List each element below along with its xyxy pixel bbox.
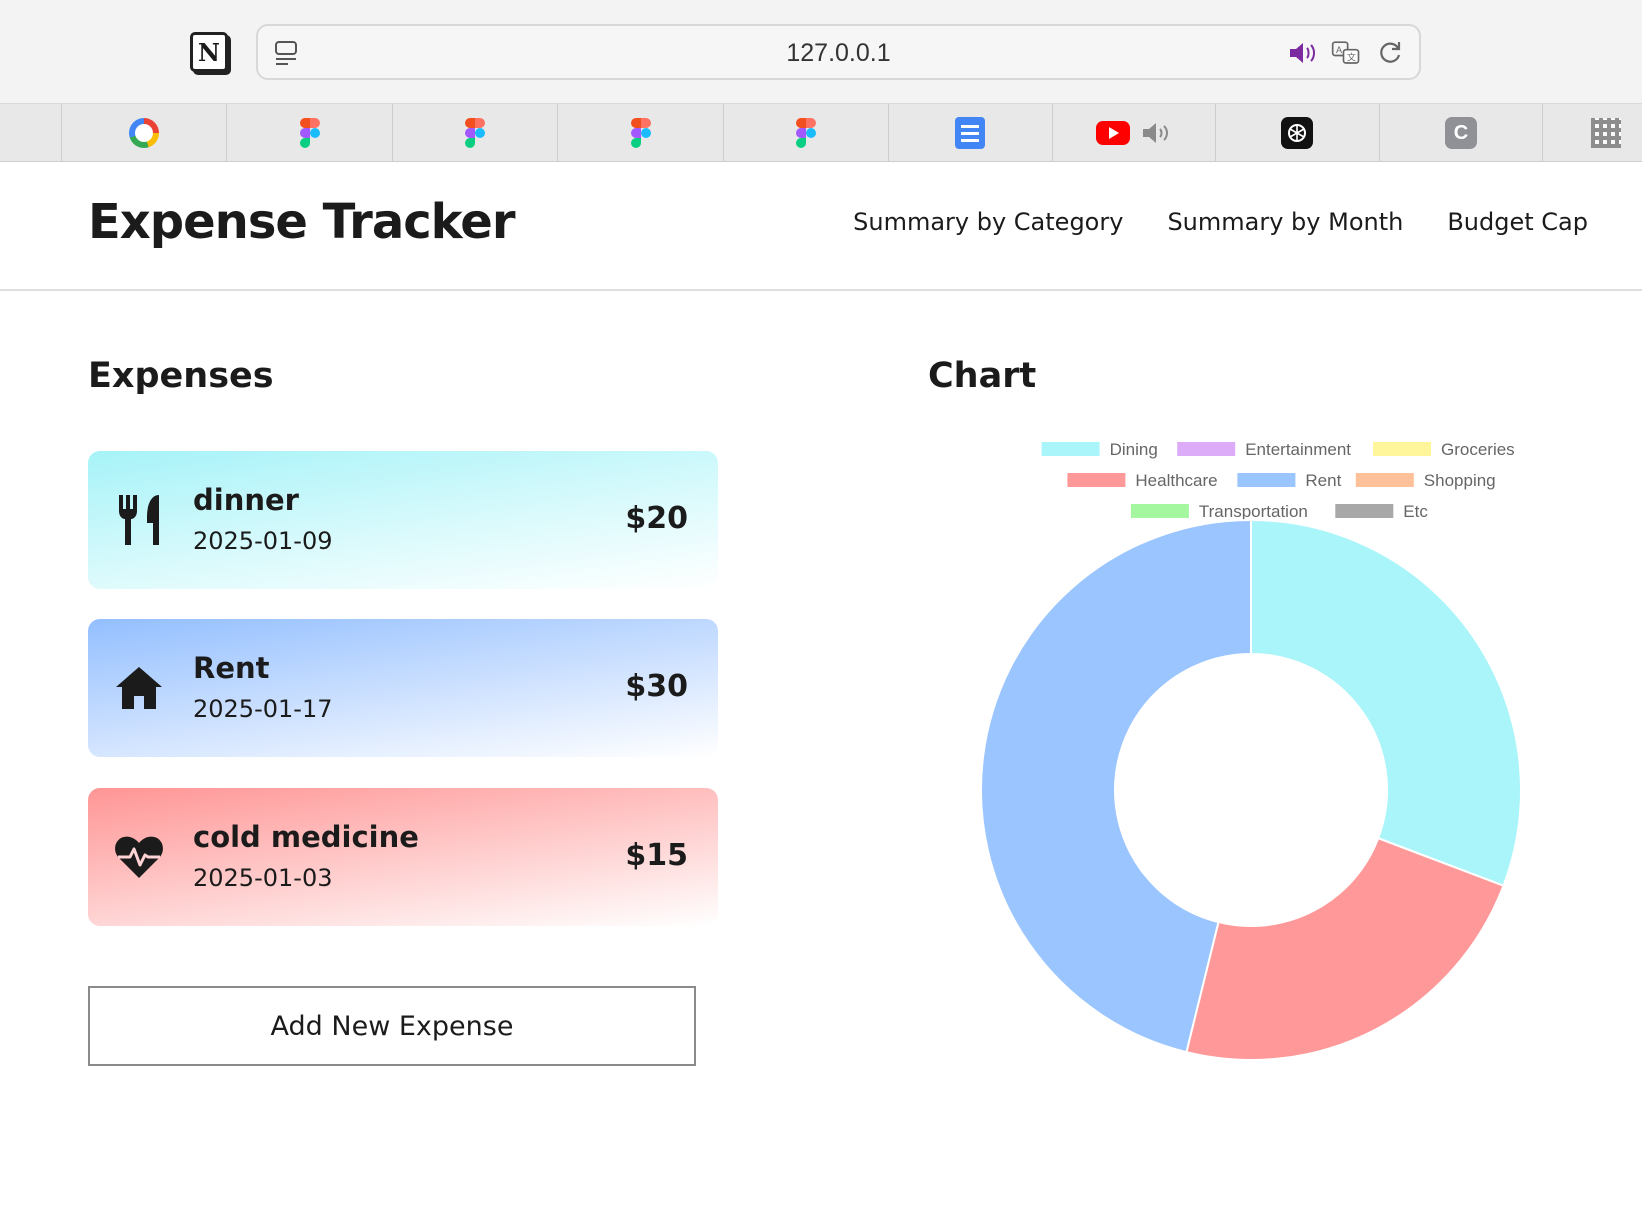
expense-date: 2025-01-09 [193, 527, 333, 555]
tab-spacer [0, 104, 61, 162]
legend-swatch-etc[interactable] [1335, 504, 1394, 518]
house-icon [114, 661, 164, 715]
legend-label-shopping[interactable]: Shopping [1424, 471, 1496, 490]
expense-card[interactable]: cold medicine 2025-01-03 $15 [88, 788, 718, 926]
audio-playing-icon[interactable] [1287, 38, 1317, 68]
expense-amount: $20 [625, 501, 688, 536]
legend-swatch-groceries[interactable] [1373, 442, 1431, 456]
chart-heading: Chart [928, 356, 1037, 396]
legend-label-rent[interactable]: Rent [1305, 471, 1341, 490]
tab-figma-2[interactable] [391, 104, 557, 162]
browser-toolbar: N 127.0.0.1 A文 [0, 0, 1642, 104]
expense-card[interactable]: Rent 2025-01-17 $30 [88, 619, 718, 757]
heartbeat-icon [114, 830, 164, 884]
legend-swatch-healthcare[interactable] [1067, 473, 1126, 487]
tab-c-app[interactable]: C [1378, 104, 1542, 162]
translate-icon[interactable]: A文 [1331, 38, 1361, 68]
tab-figma-3[interactable] [557, 104, 722, 162]
legend-swatch-dining[interactable] [1041, 442, 1100, 456]
expense-date: 2025-01-03 [193, 864, 333, 892]
app-title: Expense Tracker [88, 194, 516, 250]
figma-icon [630, 118, 651, 148]
nav-summary-by-month[interactable]: Summary by Month [1167, 208, 1403, 236]
url-text[interactable]: 127.0.0.1 [258, 39, 1419, 68]
google-icon [129, 118, 160, 148]
notion-icon[interactable]: N [190, 32, 228, 72]
legend-swatch-entertainment[interactable] [1177, 442, 1236, 456]
tab-chatgpt[interactable] [1215, 104, 1378, 162]
youtube-icon [1095, 121, 1130, 145]
expense-amount: $15 [625, 838, 688, 873]
slice-dining[interactable] [1250, 518, 1522, 888]
figma-icon [795, 118, 816, 148]
figma-icon [299, 118, 320, 148]
tab-google[interactable] [60, 104, 226, 162]
figma-icon [465, 118, 486, 148]
legend-label-etc[interactable]: Etc [1403, 502, 1428, 521]
expenses-heading: Expenses [88, 356, 274, 396]
tab-figma-1[interactable] [226, 104, 391, 162]
tab-google-docs[interactable] [888, 104, 1051, 162]
address-bar[interactable]: 127.0.0.1 A文 [256, 24, 1421, 80]
tab-youtube[interactable] [1051, 104, 1215, 162]
legend-swatch-transportation[interactable] [1130, 504, 1189, 518]
pinned-tabs-bar: C [0, 104, 1642, 162]
utensils-icon [114, 493, 164, 547]
chart-slices [980, 518, 1522, 1061]
nav-summary-by-category[interactable]: Summary by Category [853, 208, 1123, 236]
google-docs-icon [955, 117, 986, 149]
app-header: Expense Tracker Summary by Category Summ… [0, 162, 1642, 291]
tab-figma-4[interactable] [722, 104, 888, 162]
reload-icon[interactable] [1375, 38, 1405, 68]
legend-swatch-rent[interactable] [1237, 473, 1296, 487]
expense-donut-chart: Dining Entertainment Groceries Healthcare Re… [980, 440, 1522, 1061]
c-app-icon: C [1444, 117, 1477, 149]
nav-budget-cap[interactable]: Budget Cap [1447, 208, 1588, 236]
legend-label-entertainment[interactable]: Entertainment [1245, 440, 1351, 459]
expense-card[interactable]: dinner 2025-01-09 $20 [88, 451, 718, 589]
legend-label-dining[interactable]: Dining [1110, 440, 1158, 459]
chatgpt-icon [1281, 117, 1314, 149]
expense-amount: $30 [625, 669, 688, 704]
svg-text:文: 文 [1347, 52, 1356, 63]
legend-swatch-shopping[interactable] [1355, 473, 1414, 487]
chart-legend: Dining Entertainment Groceries Healthcare Re… [1041, 440, 1515, 521]
add-new-expense-button[interactable]: Add New Expense [88, 986, 696, 1066]
legend-label-transportation[interactable]: Transportation [1199, 502, 1308, 521]
main-nav: Summary by Category Summary by Month Bud… [853, 208, 1588, 236]
expense-name: cold medicine [193, 820, 419, 854]
legend-label-groceries[interactable]: Groceries [1441, 440, 1515, 459]
expense-name: Rent [193, 651, 270, 685]
expense-name: dinner [193, 483, 299, 517]
svg-text:A: A [1336, 45, 1343, 55]
qr-code-icon [1591, 118, 1622, 148]
slice-healthcare[interactable] [1185, 836, 1505, 1061]
expense-date: 2025-01-17 [193, 695, 333, 723]
legend-label-healthcare[interactable]: Healthcare [1135, 471, 1217, 490]
speaker-icon[interactable] [1140, 120, 1172, 146]
tab-qr[interactable] [1542, 104, 1642, 162]
